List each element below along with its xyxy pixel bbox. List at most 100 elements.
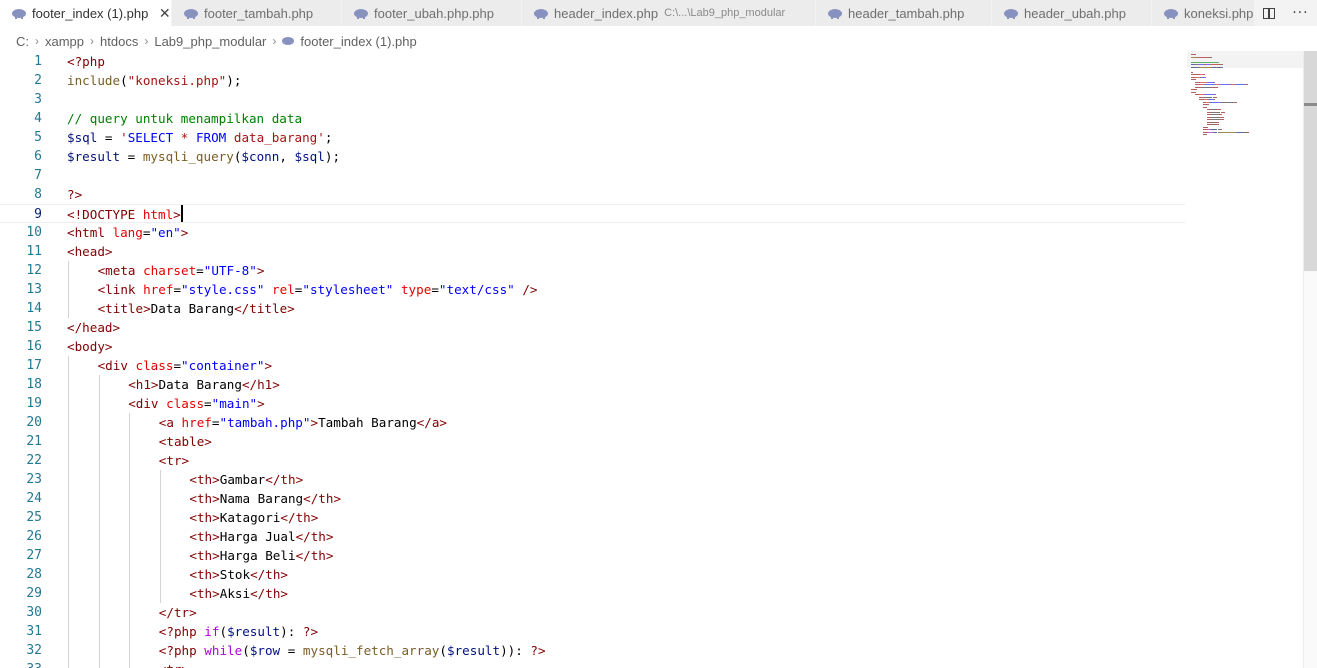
line-number[interactable]: 22 [0,451,42,470]
line-number[interactable]: 7 [0,166,42,185]
tab-1[interactable]: footer_tambah.php [172,0,342,26]
line-number[interactable]: 26 [0,527,42,546]
line-number[interactable]: 18 [0,375,42,394]
code-line[interactable]: 31 <?php if($result): ?> [0,622,1185,641]
line-number[interactable]: 8 [0,185,42,204]
breadcrumb-item[interactable]: C: [16,34,29,49]
code-line[interactable]: 29 <th>Aksi</th> [0,584,1185,603]
minimap-mark [1203,104,1210,106]
line-number[interactable]: 2 [0,71,42,90]
indent-guide [129,565,131,584]
line-number[interactable]: 33 [0,660,42,668]
scrollbar-thumb[interactable] [1304,51,1317,271]
line-number[interactable]: 14 [0,299,42,318]
line-number[interactable]: 11 [0,242,42,261]
minimap-mark [1214,94,1216,96]
line-number[interactable]: 17 [0,356,42,375]
code-line[interactable]: 6 $result = mysqli_query($conn, $sql); [0,147,1185,166]
line-number[interactable]: 27 [0,546,42,565]
code-line[interactable]: 20 <a href="tambah.php">Tambah Barang</a> [0,413,1185,432]
code-line[interactable]: 22 <tr> [0,451,1185,470]
code-token: // query untuk menampilkan data [67,111,303,126]
code-text: <tr> [159,660,189,668]
indent-guide [98,622,100,641]
line-number[interactable]: 15 [0,318,42,337]
line-number[interactable]: 24 [0,489,42,508]
split-editor-icon[interactable] [1263,7,1276,19]
code-line[interactable]: 16 <body> [0,337,1185,356]
code-line[interactable]: 4 // query untuk menampilkan data [0,109,1185,128]
breadcrumb-item[interactable]: xampp [45,34,84,49]
minimap[interactable] [1188,50,1303,180]
code-line[interactable]: 3 [0,90,1185,109]
more-actions-icon[interactable]: ··· [1292,5,1308,21]
code-token: </th> [303,491,342,506]
tab-5[interactable]: header_ubah.php [992,0,1152,26]
tab-2[interactable]: footer_ubah.php.php [342,0,522,26]
code-line[interactable]: 11 <head> [0,242,1185,261]
code-line[interactable]: 21 <table> [0,432,1185,451]
line-number[interactable]: 30 [0,603,42,622]
line-number[interactable]: 13 [0,280,42,299]
line-number[interactable]: 16 [0,337,42,356]
line-number[interactable]: 4 [0,109,42,128]
code-line[interactable]: 2 include("koneksi.php"); [0,71,1185,90]
code-line[interactable]: 15 </head> [0,318,1185,337]
code-line[interactable]: 33 <tr> [0,660,1185,668]
code-line[interactable]: 7 [0,166,1185,185]
line-number[interactable]: 21 [0,432,42,451]
code-line[interactable]: 9 <!DOCTYPE html> [0,204,1185,223]
code-token: Harga Jual [219,529,296,544]
code-line[interactable]: 19 <div class="main"> [0,394,1185,413]
line-number[interactable]: 12 [0,261,42,280]
minimap-mark [1210,111,1221,113]
code-editor[interactable]: 1 <?php 2 include("koneksi.php"); 3 4 // query… [0,51,1185,668]
code-line[interactable]: 13 <link href="style.css" rel="stylesheet… [0,280,1185,299]
code-line[interactable]: 12 <meta charset="UTF-8"> [0,261,1185,280]
text-cursor [180,205,183,222]
code-line[interactable]: 26 <th>Harga Jual</th> [0,527,1185,546]
line-number[interactable]: 29 [0,584,42,603]
code-token: $result [227,624,281,639]
code-text: <th>Gambar</th> [189,470,303,489]
code-line[interactable]: 32 <?php while($row = mysqli_fetch_array(… [0,641,1185,660]
code-line[interactable]: 8 ?> [0,185,1185,204]
line-number[interactable]: 1 [0,52,42,71]
breadcrumb-item[interactable]: footer_index (1).php [300,34,416,49]
line-number[interactable]: 9 [0,205,42,224]
code-line[interactable]: 28 <th>Stok</th> [0,565,1185,584]
code-line[interactable]: 23 <th>Gambar</th> [0,470,1185,489]
line-number[interactable]: 6 [0,147,42,166]
line-number[interactable]: 32 [0,641,42,660]
code-line[interactable]: 1 <?php [0,52,1185,71]
code-line[interactable]: 18 <h1>Data Barang</h1> [0,375,1185,394]
code-line[interactable]: 14 <title>Data Barang</title> [0,299,1185,318]
line-number[interactable]: 28 [0,565,42,584]
code-line[interactable]: 30 </tr> [0,603,1185,622]
code-line[interactable]: 17 <div class="container"> [0,356,1185,375]
code-line[interactable]: 10 <html lang="en"> [0,223,1185,242]
code-token: </th> [265,472,304,487]
line-number[interactable]: 25 [0,508,42,527]
code-line[interactable]: 25 <th>Katagori</th> [0,508,1185,527]
line-number[interactable]: 3 [0,90,42,109]
code-line[interactable]: 5 $sql = 'SELECT * FROM data_barang'; [0,128,1185,147]
line-number[interactable]: 31 [0,622,42,641]
line-number[interactable]: 23 [0,470,42,489]
code-token: "koneksi.php" [127,73,227,88]
breadcrumb-item[interactable]: Lab9_php_modular [154,34,266,49]
line-number[interactable]: 5 [0,128,42,147]
tab-3[interactable]: header_index.php C:\...\Lab9_php_modular [522,0,816,26]
tab-0[interactable]: footer_index (1).php ✕ [0,0,172,26]
tab-6[interactable]: koneksi.php [1152,0,1255,26]
line-number[interactable]: 10 [0,223,42,242]
tab-4[interactable]: header_tambah.php [816,0,992,26]
close-tab-icon[interactable]: ✕ [158,5,171,22]
code-line[interactable]: 27 <th>Harga Beli</th> [0,546,1185,565]
line-number[interactable]: 19 [0,394,42,413]
code-token: <th> [189,491,220,506]
code-line[interactable]: 24 <th>Nama Barang</th> [0,489,1185,508]
line-number[interactable]: 20 [0,413,42,432]
breadcrumb-item[interactable]: htdocs [100,34,138,49]
code-token: charset [143,263,197,278]
